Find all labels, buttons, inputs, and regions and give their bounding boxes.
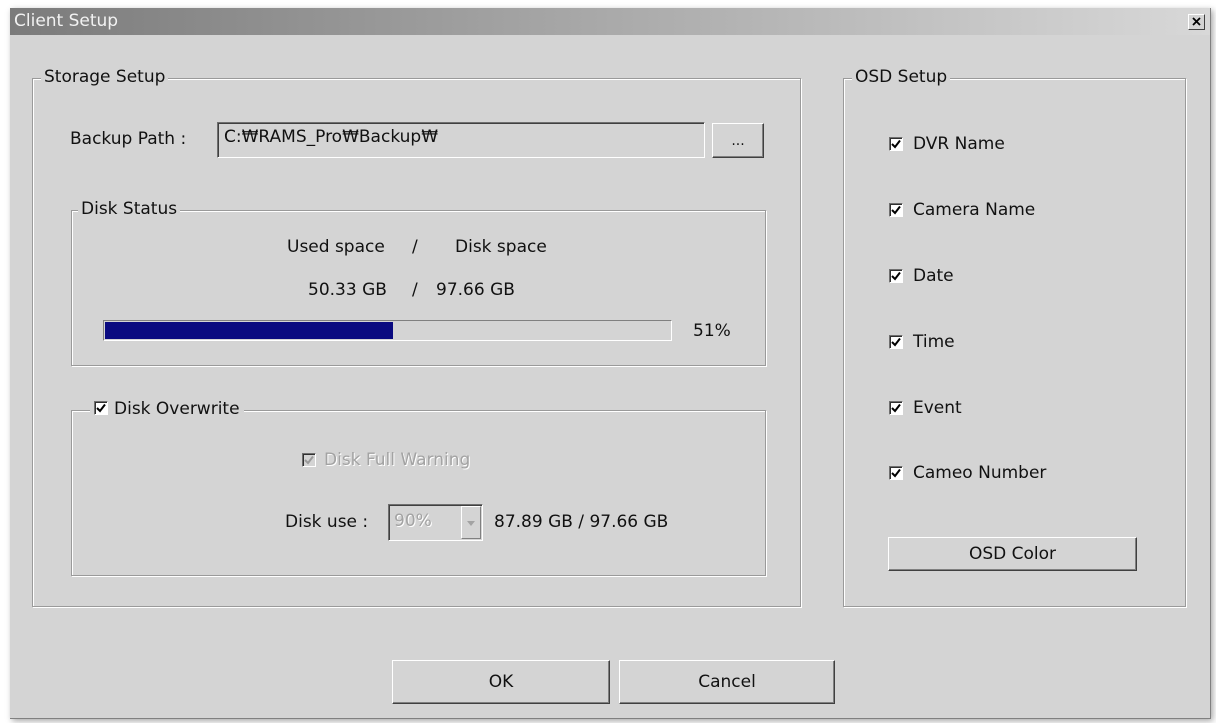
osd-color-label: OSD Color xyxy=(968,544,1057,564)
backup-path-field[interactable]: C:₩RAMS_Pro₩Backup₩ xyxy=(217,122,705,158)
disk-space-value: 97.66 GB xyxy=(436,280,515,300)
chevron-down-icon xyxy=(467,521,475,526)
used-space-header: Used space xyxy=(287,237,385,257)
disk-status-group: Disk Status Used space / Disk space 50.3… xyxy=(71,199,766,366)
value-separator: / xyxy=(412,280,418,300)
disk-usage-progress-bar xyxy=(103,320,672,341)
checkmark-icon xyxy=(891,403,901,413)
checkmark-icon xyxy=(891,205,901,215)
disk-space-header: Disk space xyxy=(455,237,547,257)
date-label: Date xyxy=(913,266,954,286)
disk-use-value: 90% xyxy=(394,511,432,531)
osd-color-button[interactable]: OSD Color xyxy=(888,537,1137,571)
used-space-value: 50.33 GB xyxy=(308,280,387,300)
window-title: Client Setup xyxy=(14,11,119,31)
browse-button[interactable]: ... xyxy=(712,123,764,158)
backup-path-value: C:₩RAMS_Pro₩Backup₩ xyxy=(224,127,439,147)
cancel-button[interactable]: Cancel xyxy=(619,660,835,704)
dvr-name-label: DVR Name xyxy=(913,134,1005,154)
checkmark-icon xyxy=(891,139,901,149)
disk-overwrite-checkbox[interactable] xyxy=(94,401,108,415)
camera-name-checkbox[interactable] xyxy=(889,203,903,217)
osd-setup-group: OSD Setup DVR Name Camera Name Date Time xyxy=(843,67,1186,607)
disk-use-select[interactable]: 90% xyxy=(388,504,483,541)
checkmark-icon xyxy=(891,468,901,478)
disk-full-warning-checkbox[interactable] xyxy=(302,453,316,467)
storage-setup-group: Storage Setup Backup Path : C:₩RAMS_Pro₩… xyxy=(32,67,801,607)
camera-name-label: Camera Name xyxy=(913,200,1036,220)
close-icon xyxy=(1192,17,1201,26)
ok-label: OK xyxy=(488,672,514,692)
time-checkbox[interactable] xyxy=(889,335,903,349)
disk-status-legend: Disk Status xyxy=(78,199,181,219)
disk-overwrite-label: Disk Overwrite xyxy=(114,399,240,419)
header-separator: / xyxy=(412,237,418,257)
disk-overwrite-group: Disk Overwrite Disk Full Warning Disk us… xyxy=(71,399,766,576)
cameo-number-label: Cameo Number xyxy=(913,463,1047,483)
backup-path-label: Backup Path : xyxy=(70,129,187,149)
cancel-label: Cancel xyxy=(698,672,756,692)
close-button[interactable] xyxy=(1188,14,1205,30)
disk-use-label: Disk use : xyxy=(285,512,369,532)
client-setup-dialog: Client Setup Storage Setup Backup Path :… xyxy=(10,8,1211,719)
disk-overwrite-legend[interactable]: Disk Overwrite xyxy=(90,399,244,419)
disk-use-detail: 87.89 GB / 97.66 GB xyxy=(494,512,669,532)
title-bar[interactable]: Client Setup xyxy=(10,8,1210,35)
event-label: Event xyxy=(913,398,962,418)
disk-usage-progress-fill xyxy=(105,322,393,339)
date-checkbox[interactable] xyxy=(889,269,903,283)
ok-button[interactable]: OK xyxy=(392,660,610,704)
event-checkbox[interactable] xyxy=(889,401,903,415)
checkmark-icon xyxy=(304,455,314,465)
checkmark-icon xyxy=(891,337,901,347)
disk-usage-percent: 51% xyxy=(693,321,731,341)
dvr-name-checkbox[interactable] xyxy=(889,137,903,151)
osd-setup-legend: OSD Setup xyxy=(852,67,951,87)
time-label: Time xyxy=(913,332,955,352)
cameo-number-checkbox[interactable] xyxy=(889,466,903,480)
disk-full-warning-label: Disk Full Warning xyxy=(324,450,471,470)
checkmark-icon xyxy=(96,403,106,413)
browse-label: ... xyxy=(731,132,745,149)
storage-setup-legend: Storage Setup xyxy=(41,67,169,87)
disk-use-dropdown-button[interactable] xyxy=(461,506,481,539)
checkmark-icon xyxy=(891,271,901,281)
